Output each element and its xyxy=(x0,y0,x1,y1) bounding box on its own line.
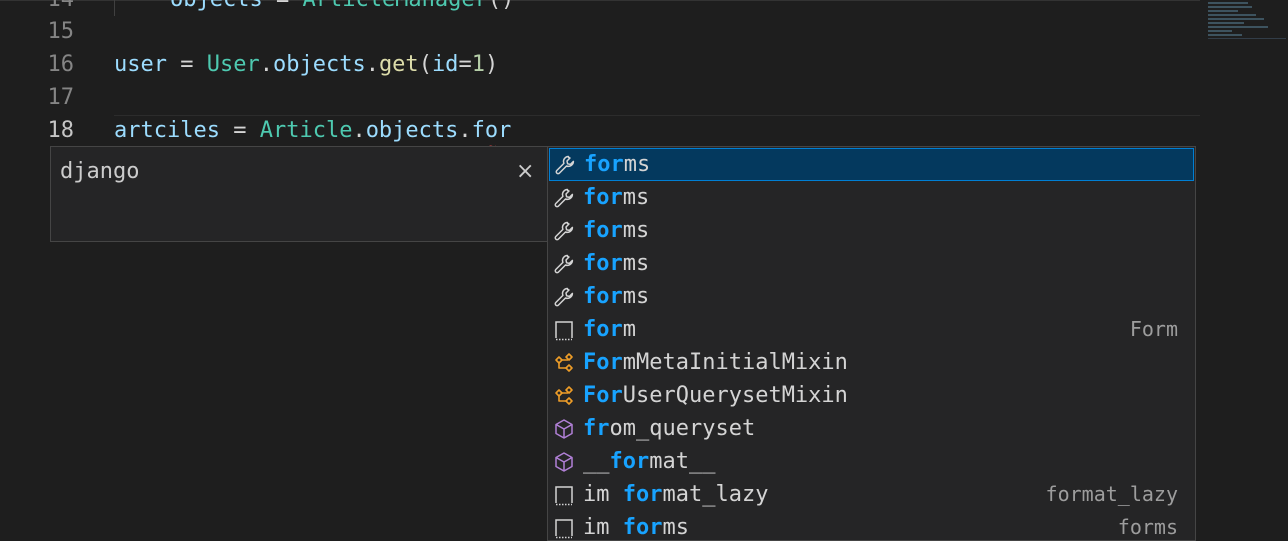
suggestion-item[interactable]: forms xyxy=(549,148,1194,181)
class-icon xyxy=(553,352,575,374)
line-number: 17 xyxy=(47,85,75,110)
suggestion-item[interactable]: forms xyxy=(548,181,1195,214)
wrench-icon xyxy=(553,220,575,242)
wrench-icon xyxy=(553,187,575,209)
suggestion-label: from_queryset xyxy=(583,416,756,441)
line-number: 15 xyxy=(47,19,75,44)
editor-line[interactable]: 17 xyxy=(0,81,1200,114)
suggestion-item[interactable]: im forms forms xyxy=(548,511,1195,540)
suggestion-label: forms xyxy=(583,284,650,309)
editor-line[interactable]: 15 xyxy=(0,15,1200,48)
suggest-widget[interactable]: forms forms forms forms forms form Form FormMet… xyxy=(547,146,1196,541)
wrench-icon xyxy=(553,286,575,308)
suggestion-detail: Form xyxy=(1129,317,1178,341)
code-text: user = User.objects.get(id=1) xyxy=(114,52,499,77)
suggestion-item[interactable]: forms xyxy=(548,247,1195,280)
suggestion-label: im forms xyxy=(583,515,689,540)
suggest-details-widget: django × xyxy=(50,146,548,242)
line-number: 18 xyxy=(47,118,75,143)
suggestion-label: FormMetaInitialMixin xyxy=(583,350,848,375)
suggestion-label: forms xyxy=(583,251,650,276)
suggestion-label: forms xyxy=(583,185,650,210)
suggestion-label: __format__ xyxy=(583,449,716,474)
snippet-icon xyxy=(553,517,575,539)
suggestion-item[interactable]: forms xyxy=(548,280,1195,313)
suggestion-item[interactable]: forms xyxy=(548,214,1195,247)
editor-line[interactable]: 14 objects = ArticleManager() xyxy=(0,0,1200,16)
line-number: 16 xyxy=(47,52,75,77)
method-icon xyxy=(553,418,575,440)
suggestion-item[interactable]: ForUserQuerysetMixin xyxy=(548,379,1195,412)
snippet-icon xyxy=(553,484,575,506)
line-number: 14 xyxy=(0,0,75,16)
suggestion-item[interactable]: FormMetaInitialMixin xyxy=(548,346,1195,379)
code-text: artciles = Article.objects.for xyxy=(114,118,512,143)
suggestion-label: forms xyxy=(583,218,650,243)
method-icon xyxy=(553,451,575,473)
wrench-icon xyxy=(553,253,575,275)
suggestion-label: forms xyxy=(584,152,651,177)
suggestion-label: form xyxy=(583,317,636,342)
suggestion-item[interactable]: __format__ xyxy=(548,445,1195,478)
indent-guide xyxy=(114,0,115,16)
suggestion-detail: format_lazy xyxy=(1045,482,1178,506)
suggestion-label: im format_lazy xyxy=(583,482,769,507)
editor-line[interactable]: 18 artciles = Article.objects.for xyxy=(0,114,1200,147)
wrench-icon xyxy=(554,154,576,176)
code-text: objects = ArticleManager() xyxy=(170,0,514,16)
class-icon xyxy=(553,385,575,407)
suggestion-item[interactable]: im format_lazy format_lazy xyxy=(548,478,1195,511)
suggestion-item[interactable]: from_queryset xyxy=(548,412,1195,445)
suggestion-item[interactable]: form Form xyxy=(548,313,1195,346)
editor-line[interactable]: 16 user = User.objects.get(id=1) xyxy=(0,48,1200,81)
suggestion-label: ForUserQuerysetMixin xyxy=(583,383,848,408)
suggestion-detail: forms xyxy=(1117,515,1178,539)
details-title: django xyxy=(60,159,140,184)
minimap[interactable] xyxy=(1200,0,1288,541)
close-icon[interactable]: × xyxy=(516,155,534,188)
snippet-icon xyxy=(553,319,575,341)
